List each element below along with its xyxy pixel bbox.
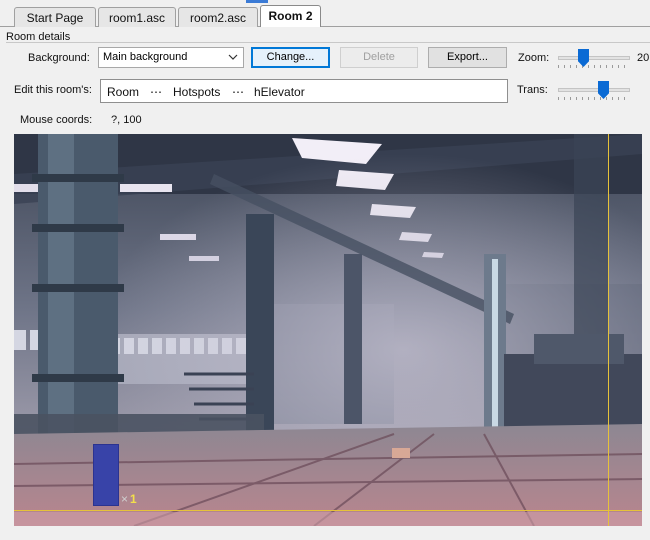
chevron-down-icon — [228, 54, 238, 60]
export-background-button[interactable]: Export... — [428, 47, 507, 68]
change-background-button[interactable]: Change... — [251, 47, 330, 68]
breadcrumb-room[interactable]: Room — [107, 85, 139, 99]
group-divider — [6, 42, 650, 43]
background-selected-value: Main background — [103, 51, 188, 63]
tab-room-2[interactable]: Room 2 — [260, 5, 321, 28]
hotspot-number: 1 — [130, 492, 137, 506]
zoom-label: Zoom: — [518, 52, 550, 64]
breadcrumb-separator-icon[interactable]: ⋯ — [232, 85, 244, 99]
zoom-slider[interactable] — [558, 48, 632, 72]
vertical-edge-guide[interactable] — [608, 134, 609, 526]
tab-strip-indicator — [246, 0, 268, 3]
transparency-slider[interactable] — [558, 80, 632, 104]
zoom-slider-track — [558, 56, 630, 60]
tab-room2-asc[interactable]: room2.asc — [178, 7, 258, 27]
trans-slider-track — [558, 88, 630, 92]
trans-label: Trans: — [517, 84, 548, 96]
hotspot-helevator-area[interactable] — [93, 444, 119, 506]
delete-background-button[interactable]: Delete — [340, 47, 418, 68]
zoom-slider-ticks — [558, 65, 630, 68]
room-canvas[interactable]: × 1 — [14, 134, 642, 526]
mouse-coords-value: ?, 100 — [111, 114, 142, 126]
tab-room1-asc[interactable]: room1.asc — [98, 7, 176, 27]
breadcrumb-hotspots[interactable]: Hotspots — [173, 85, 220, 99]
trans-slider-ticks — [558, 97, 630, 100]
background-label: Background: — [28, 52, 90, 64]
mouse-coords-label: Mouse coords: — [20, 114, 93, 126]
edit-room-label: Edit this room's: — [14, 84, 92, 96]
room-editor-pane: Room details Background: Main background… — [0, 27, 650, 540]
zoom-value: 20 — [637, 52, 650, 64]
document-tab-bar: Start Page room1.asc room2.asc Room 2 — [0, 0, 650, 28]
tab-start-page[interactable]: Start Page — [14, 7, 96, 27]
edit-mode-breadcrumb[interactable]: Room ⋯ Hotspots ⋯ hElevator — [100, 79, 508, 103]
horizontal-edge-guide[interactable] — [14, 510, 642, 511]
hotspot-cross-icon: × — [121, 492, 129, 506]
background-dropdown[interactable]: Main background — [98, 47, 244, 68]
breadcrumb-helevator[interactable]: hElevator — [254, 85, 305, 99]
breadcrumb-separator-icon[interactable]: ⋯ — [150, 85, 162, 99]
hotspot-number-marker: × 1 — [121, 492, 137, 506]
